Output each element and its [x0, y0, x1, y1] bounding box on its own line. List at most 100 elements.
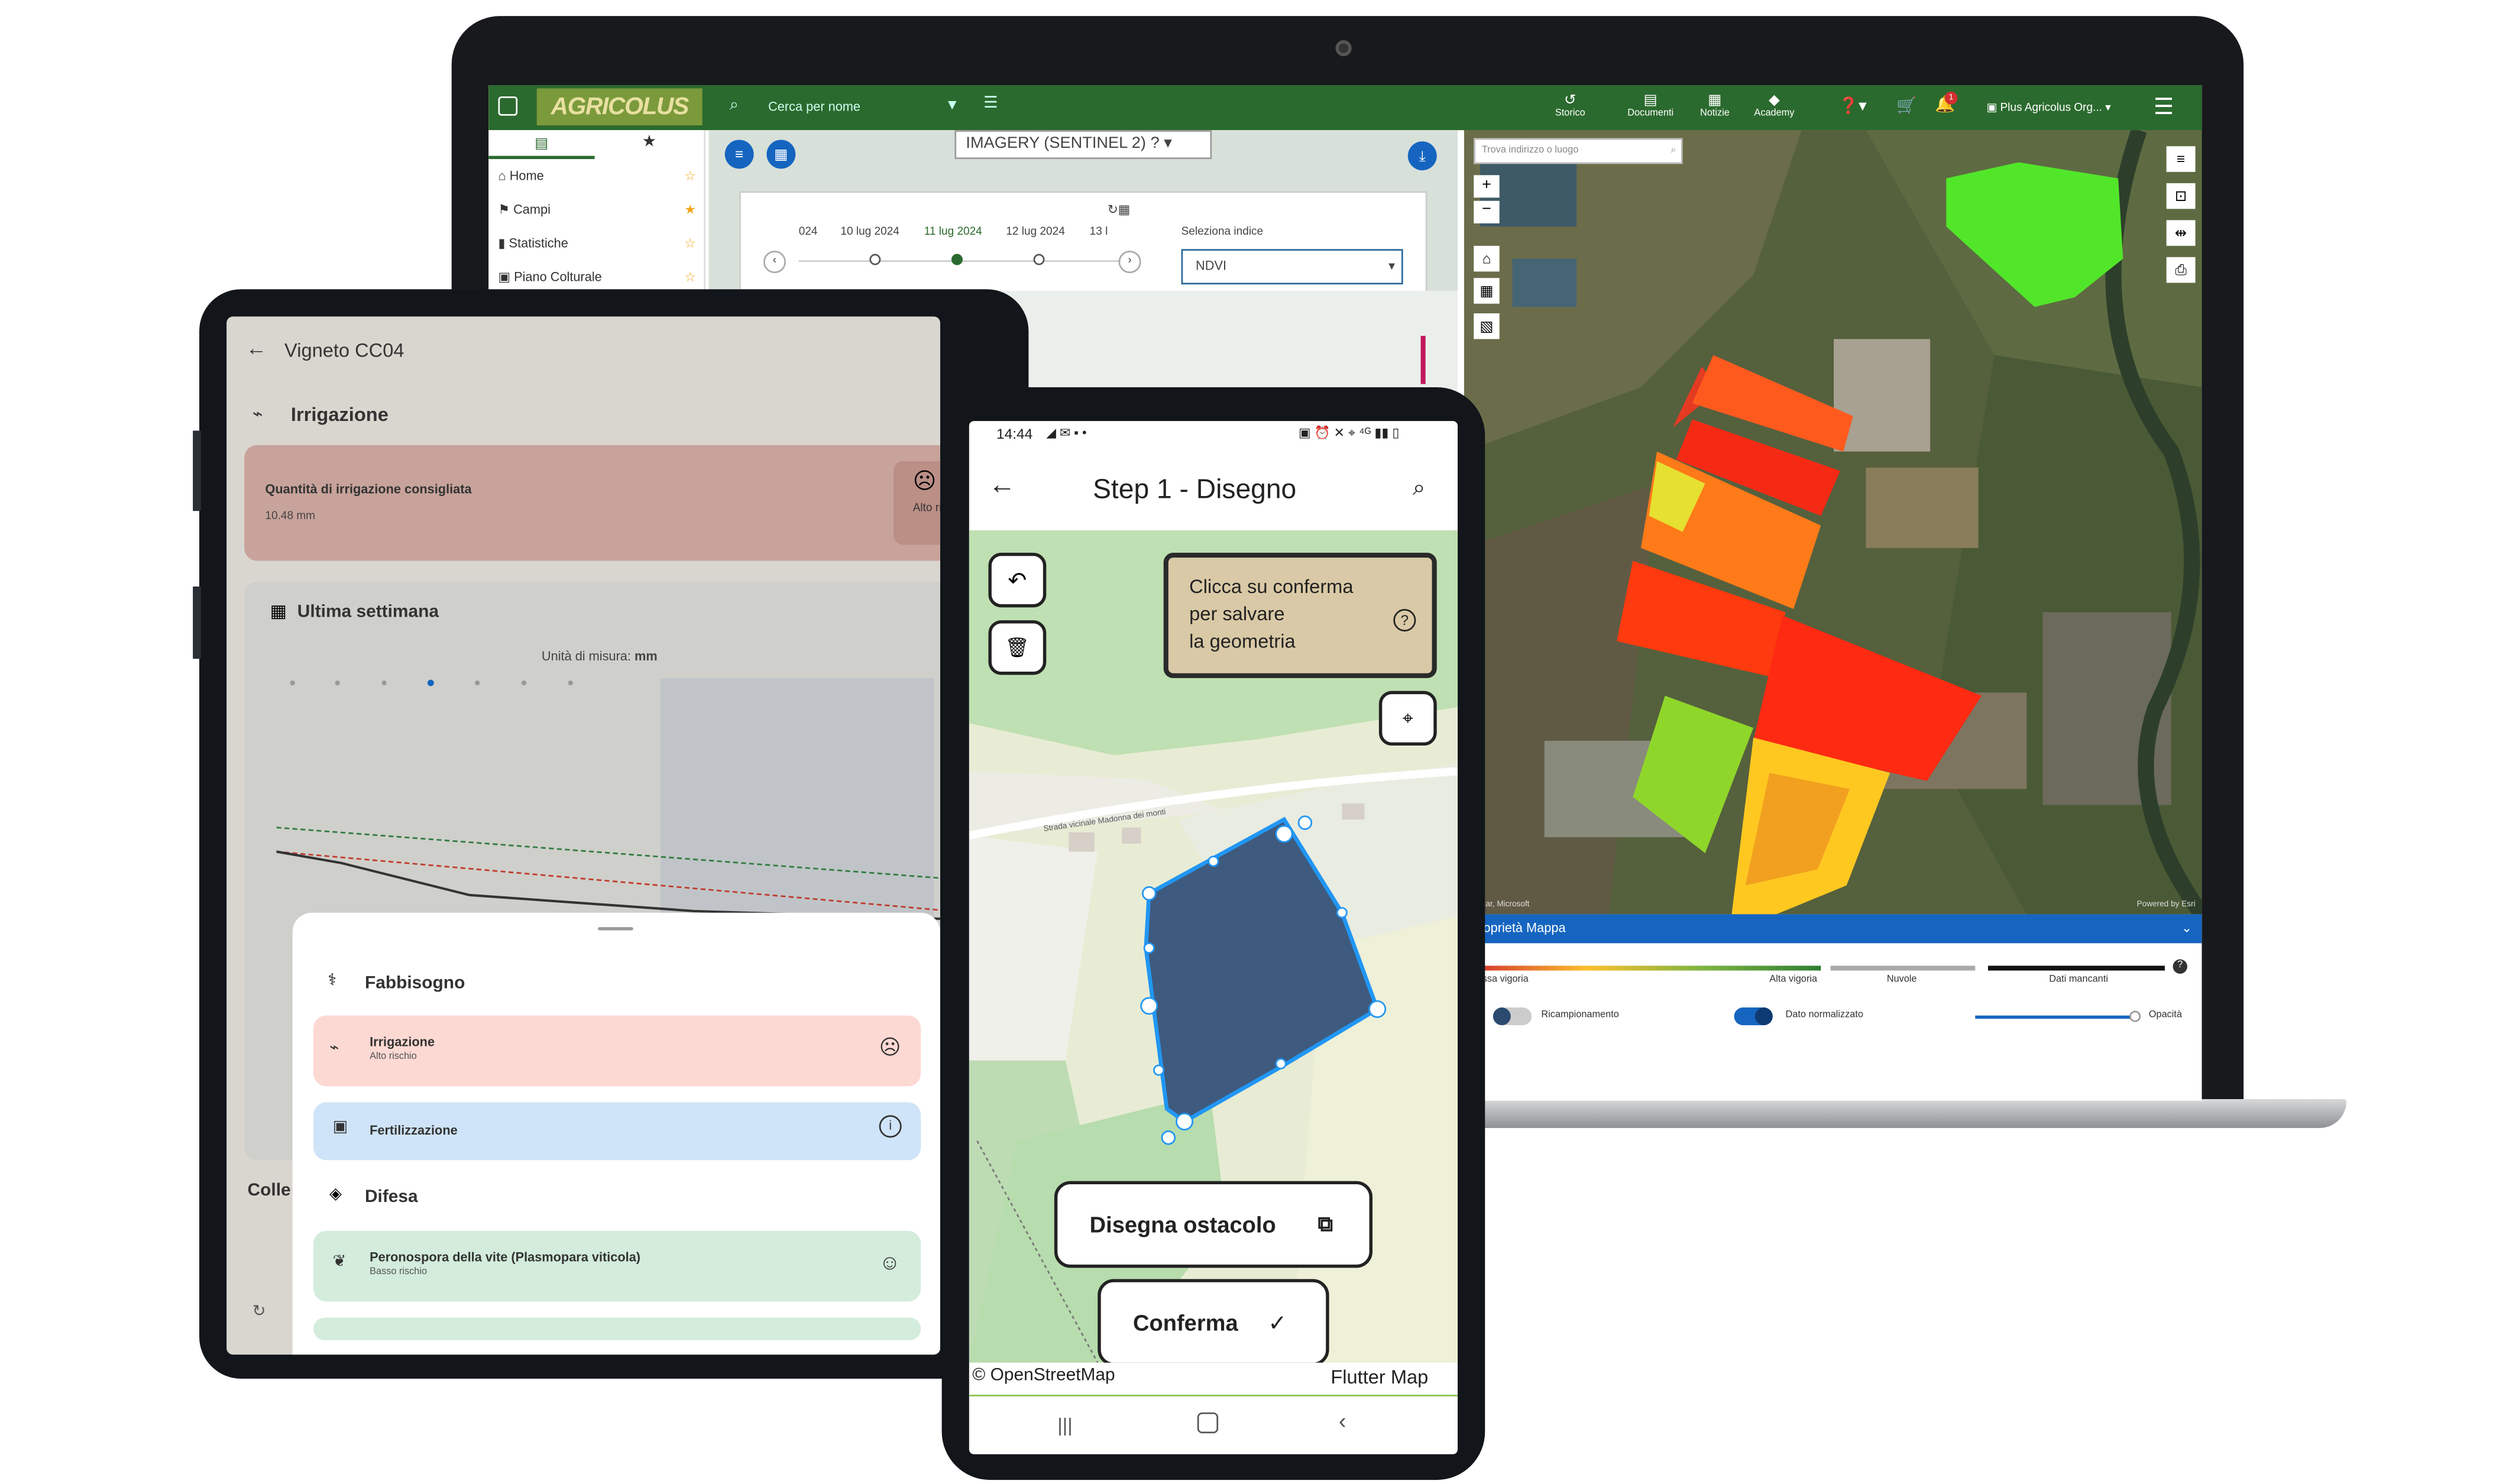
sidebar-item-home[interactable]: ⌂ Home ☆: [498, 162, 700, 191]
esri-attribution: Powered by Esri: [2137, 899, 2196, 910]
download-button[interactable]: ⤓: [1407, 141, 1437, 171]
grid-view-button[interactable]: ▦: [766, 140, 796, 169]
chevron-down-icon: ⌄: [2181, 921, 2193, 935]
star-icon[interactable]: ☆: [684, 264, 695, 293]
section-title: Irrigazione: [290, 403, 389, 426]
nav-divider: [969, 1395, 1458, 1396]
address-search-input[interactable]: Trova indirizzo o luogo ⌕: [1474, 138, 1683, 164]
tab-favorites[interactable]: ★: [595, 130, 704, 159]
normalized-toggle[interactable]: [1734, 1007, 1773, 1025]
org-name: Plus Agricolus Org...: [2000, 102, 2102, 114]
fields-icon: ⚑: [498, 202, 514, 217]
list-item[interactable]: [313, 1317, 921, 1340]
nav-notizie[interactable]: ▦ Notizie: [1683, 92, 1747, 119]
fertilizer-icon: ▣: [332, 1118, 348, 1136]
measure-icon[interactable]: ⇹: [2166, 220, 2196, 246]
search-bar[interactable]: ⌕ Cerca per nome ▼ ☰: [730, 85, 1212, 130]
date-dot[interactable]: [869, 254, 881, 265]
search-icon: ⌕: [1671, 146, 1676, 156]
star-icon[interactable]: ☆: [684, 230, 695, 259]
cart-icon[interactable]: 🛒: [1896, 98, 1917, 116]
scroll-indicator: [1420, 336, 1426, 384]
zoom-in-button[interactable]: +: [1474, 175, 1500, 198]
search-input[interactable]: Cerca per nome: [768, 100, 860, 114]
location-button[interactable]: ⌖: [1378, 691, 1437, 746]
hint-card: Clicca su conferma per salvare la geometri…: [1163, 552, 1437, 678]
date-dot-selected[interactable]: [951, 254, 963, 265]
back-nav-icon[interactable]: ‹: [1339, 1408, 1346, 1433]
delete-button[interactable]: 🗑: [988, 620, 1047, 675]
satellite-map[interactable]: Trova indirizzo o luogo ⌕ + − ⌂ ▦ ▧ ≡ ⊡ ⇹…: [1464, 130, 2202, 915]
check-icon: ✓: [1268, 1310, 1287, 1336]
imagery-title[interactable]: IMAGERY (SENTINEL 2) ? ▾: [954, 130, 1212, 160]
sidebar-item-campi[interactable]: ⚑ Campi ★: [498, 196, 700, 225]
nav-documenti[interactable]: ▤ Documenti: [1618, 92, 1683, 119]
home-button-icon[interactable]: [1197, 1412, 1219, 1434]
layers-icon[interactable]: ≡: [2166, 146, 2196, 172]
org-selector[interactable]: ▣ Plus Agricolus Org... ▾: [1986, 101, 2111, 114]
index-select[interactable]: NDVI ▾: [1181, 249, 1403, 285]
help-icon[interactable]: ?: [2173, 959, 2187, 974]
downy-mildew-item[interactable]: ❦ Peronospora della vite (Plasmopara vit…: [313, 1230, 921, 1302]
next-date-button[interactable]: ›: [1118, 250, 1141, 274]
refresh-icon[interactable]: ↻: [253, 1303, 266, 1321]
home-icon: ⌂: [498, 169, 510, 183]
confirm-button[interactable]: Conferma ✓: [1098, 1279, 1329, 1363]
tab-list[interactable]: ▤: [488, 130, 595, 160]
print-icon[interactable]: ⎙: [2166, 257, 2196, 283]
list-filter-icon[interactable]: ☰: [983, 95, 998, 112]
defense-title: Difesa: [364, 1187, 418, 1207]
clouds-bar: [1830, 965, 1976, 971]
list-view-button[interactable]: ≡: [724, 140, 754, 169]
drag-handle[interactable]: [598, 927, 633, 931]
properties-header[interactable]: Proprietà Mappa ⌄: [1464, 914, 2202, 944]
chevron-down-icon[interactable]: ▾: [1164, 135, 1172, 153]
help-icon[interactable]: ?: [1151, 135, 1160, 153]
sidebar-item-statistiche[interactable]: ▮ Statistiche ☆: [498, 230, 700, 259]
recents-icon[interactable]: |||: [1057, 1414, 1072, 1437]
sidebar-item-piano-colturale[interactable]: ▣ Piano Colturale ☆: [498, 264, 700, 293]
nav-storico[interactable]: ↺ Storico: [1538, 92, 1603, 119]
draw-obstacle-button[interactable]: Disegna ostacolo ⧉: [1054, 1181, 1373, 1268]
menu-icon[interactable]: ☰: [2154, 93, 2174, 121]
star-icon[interactable]: ☆: [684, 162, 695, 191]
resample-toggle[interactable]: [1493, 1007, 1532, 1025]
search-icon: ⌕: [729, 96, 739, 114]
calendar-icon: ▦: [270, 602, 287, 622]
nav-academy[interactable]: ◆ Academy: [1742, 92, 1807, 119]
back-arrow-icon[interactable]: ←: [988, 469, 1015, 501]
status-time: 14:44: [996, 426, 1033, 442]
prev-date-button[interactable]: ‹: [763, 250, 786, 274]
info-icon[interactable]: i: [879, 1115, 902, 1138]
osm-attribution[interactable]: © OpenStreetMap: [972, 1366, 1115, 1385]
sad-face-icon: ☹: [879, 1035, 901, 1059]
irrigation-card[interactable]: Quantità di irrigazione consigliata 10.4…: [244, 445, 940, 561]
search-icon[interactable]: ⌕: [1413, 474, 1425, 501]
filter-icon[interactable]: ▼: [945, 96, 959, 112]
laptop-camera: [1335, 40, 1352, 57]
sidebar-toggle-icon[interactable]: [498, 96, 518, 116]
star-icon[interactable]: ★: [684, 196, 695, 225]
home-icon[interactable]: ⌂: [1474, 245, 1500, 272]
back-arrow-icon[interactable]: ←: [246, 336, 267, 360]
help-icon[interactable]: ?: [1393, 609, 1416, 632]
irrigation-item[interactable]: ⌁ Irrigazione Alto rischio ☹: [313, 1015, 921, 1087]
watering-icon: ⌁: [329, 1039, 339, 1058]
basemap-icon[interactable]: ▧: [1474, 313, 1500, 339]
opacity-slider[interactable]: [1975, 1010, 2141, 1022]
page-title: Vigneto CC04: [284, 339, 404, 362]
fertilization-item[interactable]: ▣ Fertilizzazione i: [313, 1102, 921, 1161]
help-icon[interactable]: ❓▾: [1838, 98, 1867, 116]
date-dot[interactable]: [1033, 254, 1045, 265]
qr-icon[interactable]: ▦: [1474, 278, 1500, 304]
zoom-out-button[interactable]: −: [1474, 200, 1500, 223]
refresh-calendar-icon[interactable]: ↻▦: [1108, 202, 1131, 216]
draw-map[interactable]: Strada vicinale Madonna dei monti ↶ 🗑 Cl…: [969, 530, 1458, 1363]
risk-badge: ☹ Alto rischio: [894, 461, 940, 545]
undo-button[interactable]: ↶: [988, 552, 1047, 608]
need-title: Fabbisogno: [364, 973, 465, 993]
app-logo[interactable]: AGRICOLUS: [536, 88, 703, 125]
stethoscope-icon: ⚕: [328, 972, 337, 990]
shield-icon: ◈: [329, 1185, 342, 1204]
crop-icon[interactable]: ⊡: [2166, 183, 2196, 209]
